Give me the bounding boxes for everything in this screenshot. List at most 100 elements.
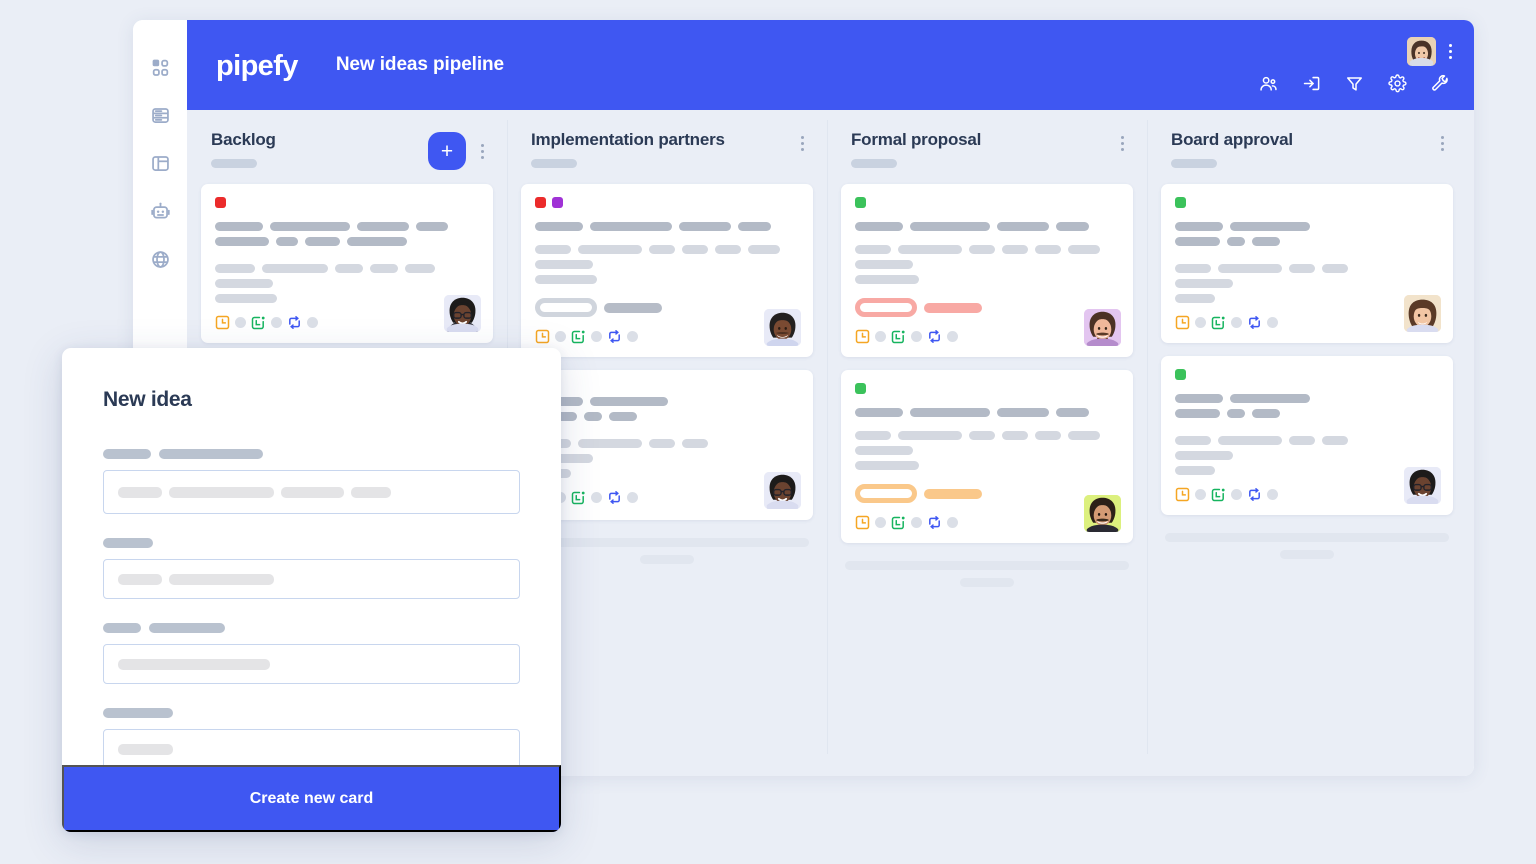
card-meta-dot — [555, 331, 566, 342]
kanban-card[interactable] — [841, 184, 1133, 357]
calendar-green-icon[interactable] — [1211, 315, 1226, 330]
card-meta-dot — [947, 517, 958, 528]
sidebar-item-public[interactable] — [149, 248, 171, 270]
clock-orange-icon[interactable] — [855, 515, 870, 530]
card-badge-pill — [855, 484, 917, 503]
top-header-bar: pipefy New ideas pipeline — [187, 20, 1474, 110]
card-footer-icons — [855, 515, 1119, 530]
card-footer-icons — [215, 315, 479, 330]
column-cards — [1161, 182, 1453, 515]
idea-field-3-input[interactable] — [103, 644, 520, 684]
sidebar-item-dashboard[interactable] — [149, 56, 171, 78]
card-assignee-avatar[interactable] — [444, 295, 481, 332]
calendar-green-icon[interactable] — [891, 329, 906, 344]
column-menu-icon[interactable] — [796, 132, 809, 155]
card-tag-green — [1175, 197, 1186, 208]
card-assignee-avatar[interactable] — [1404, 467, 1441, 504]
idea-title-input[interactable] — [103, 470, 520, 514]
members-icon[interactable] — [1259, 74, 1278, 93]
kanban-card[interactable] — [1161, 184, 1453, 343]
flow-blue-icon[interactable] — [927, 329, 942, 344]
calendar-green-icon[interactable] — [251, 315, 266, 330]
avatar[interactable] — [1407, 37, 1436, 66]
card-assignee-avatar[interactable] — [764, 472, 801, 509]
card-tags — [855, 197, 1119, 208]
flow-blue-icon[interactable] — [1247, 315, 1262, 330]
import-inbox-icon[interactable] — [1302, 74, 1321, 93]
flow-blue-icon[interactable] — [927, 515, 942, 530]
modal-title: New idea — [103, 388, 192, 411]
wrench-tools-icon[interactable] — [1431, 74, 1450, 93]
header-overflow-menu-icon[interactable] — [1445, 42, 1456, 61]
card-tags — [535, 197, 799, 208]
kanban-card[interactable] — [1161, 356, 1453, 515]
card-footer-icons — [535, 329, 799, 344]
column-footer-skeleton — [1161, 533, 1453, 559]
column-header: Board approval — [1161, 110, 1453, 182]
globe-icon — [150, 249, 171, 270]
board-column: Board approval — [1147, 110, 1467, 776]
card-meta-dot — [627, 331, 638, 342]
calendar-green-icon[interactable] — [1211, 487, 1226, 502]
clock-orange-icon[interactable] — [855, 329, 870, 344]
card-tag-red — [535, 197, 546, 208]
sidebar-item-automations[interactable] — [149, 200, 171, 222]
clock-orange-icon[interactable] — [1175, 487, 1190, 502]
create-new-card-button[interactable]: Create new card — [62, 765, 561, 832]
card-tags — [1175, 369, 1439, 380]
card-badge-bar — [604, 302, 662, 313]
grid-dashboard-icon — [150, 57, 171, 78]
card-meta-dot — [875, 331, 886, 342]
card-assignee-avatar[interactable] — [1084, 309, 1121, 346]
sidebar-item-portals[interactable] — [149, 152, 171, 174]
calendar-green-icon[interactable] — [571, 490, 586, 505]
card-meta-dot — [1231, 489, 1242, 500]
card-tag-green — [855, 383, 866, 394]
form-field — [103, 623, 520, 684]
calendar-green-icon[interactable] — [571, 329, 586, 344]
sidebar-item-database[interactable] — [149, 104, 171, 126]
column-menu-icon[interactable] — [476, 140, 489, 163]
clock-orange-icon[interactable] — [535, 329, 550, 344]
board-column: Formal proposal — [827, 110, 1147, 776]
column-header: Formal proposal — [841, 110, 1133, 182]
column-menu-icon[interactable] — [1116, 132, 1129, 155]
column-subtitle-skeleton — [531, 159, 577, 168]
flow-blue-icon[interactable] — [607, 329, 622, 344]
add-card-button[interactable]: + — [428, 132, 466, 170]
column-title: Board approval — [1171, 130, 1293, 149]
card-meta-dot — [591, 492, 602, 503]
idea-field-2-input[interactable] — [103, 559, 520, 599]
card-meta-dot — [591, 331, 602, 342]
card-meta-dot — [1195, 489, 1206, 500]
clock-orange-icon[interactable] — [1175, 315, 1190, 330]
form-field — [103, 708, 520, 765]
card-tag-green — [855, 197, 866, 208]
flow-blue-icon[interactable] — [1247, 487, 1262, 502]
kanban-card[interactable] — [521, 184, 813, 357]
card-meta-dot — [1267, 317, 1278, 328]
column-cards — [521, 182, 813, 520]
clock-orange-icon[interactable] — [215, 315, 230, 330]
card-badge-bar — [924, 302, 982, 313]
field-label-skeleton — [103, 538, 520, 548]
card-assignee-avatar[interactable] — [1404, 295, 1441, 332]
card-assignee-avatar[interactable] — [764, 309, 801, 346]
calendar-green-icon[interactable] — [891, 515, 906, 530]
card-badge-pill — [855, 298, 917, 317]
robot-automation-icon — [150, 201, 171, 222]
gear-settings-icon[interactable] — [1388, 74, 1407, 93]
kanban-card[interactable] — [841, 370, 1133, 543]
new-idea-modal: New idea Create new card — [62, 348, 561, 832]
card-footer-icons — [1175, 315, 1439, 330]
kanban-card[interactable] — [521, 370, 813, 520]
idea-field-4-input[interactable] — [103, 729, 520, 765]
flow-blue-icon[interactable] — [287, 315, 302, 330]
pipefy-logo[interactable]: pipefy — [216, 51, 298, 81]
filter-funnel-icon[interactable] — [1345, 74, 1364, 93]
flow-blue-icon[interactable] — [607, 490, 622, 505]
card-meta-dot — [1195, 317, 1206, 328]
kanban-card[interactable] — [201, 184, 493, 343]
card-assignee-avatar[interactable] — [1084, 495, 1121, 532]
column-menu-icon[interactable] — [1436, 132, 1449, 155]
